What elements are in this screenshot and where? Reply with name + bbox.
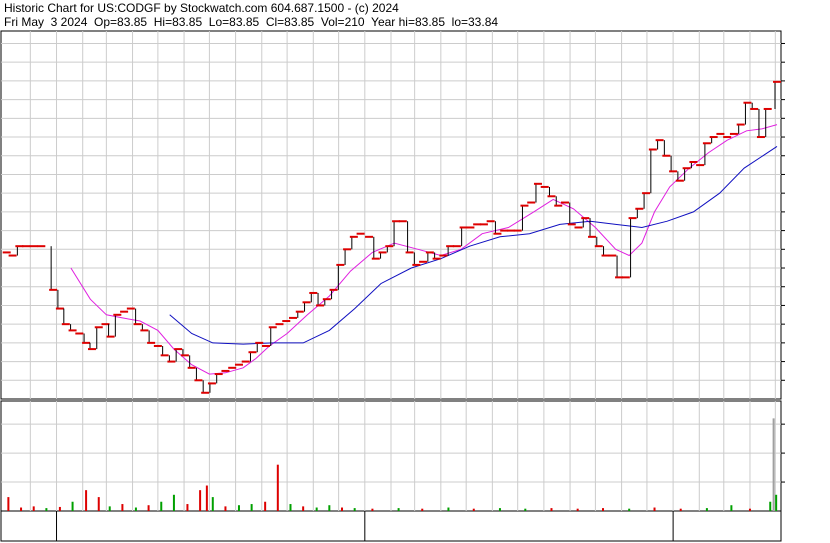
volume-bar — [121, 504, 124, 511]
volume-bar — [472, 508, 475, 511]
volume-bar — [524, 508, 527, 511]
volume-bar — [328, 505, 331, 511]
volume-bar — [160, 501, 163, 511]
volume-bar — [628, 508, 631, 511]
volume-bar — [147, 505, 150, 511]
volume-bar — [199, 490, 202, 511]
volume-bar — [371, 508, 374, 511]
volume-bar — [775, 494, 778, 511]
volume-bar — [447, 507, 450, 511]
volume-bar — [730, 505, 733, 511]
volume-bar — [602, 508, 605, 511]
volume-bar — [705, 508, 708, 511]
volume-bar — [550, 508, 553, 511]
volume-bar — [576, 508, 579, 511]
volume-bar — [237, 505, 240, 511]
volume-bar — [58, 506, 61, 511]
volume-bar — [97, 497, 100, 511]
volume-bar — [353, 508, 356, 511]
volume-bar — [748, 508, 751, 511]
volume-bar — [108, 506, 111, 511]
volume-bar — [32, 506, 35, 511]
volume-bar — [769, 501, 772, 511]
volume-bar — [315, 507, 318, 511]
x-axis-strip — [0, 510, 782, 542]
volume-bar — [85, 490, 88, 511]
volume-bar — [289, 504, 292, 511]
volume-bar — [211, 497, 214, 511]
volume-bar — [45, 508, 48, 511]
volume-bar — [71, 501, 74, 511]
volume-bar — [172, 494, 175, 511]
volume-bar — [276, 464, 279, 511]
volume-bar — [302, 506, 305, 511]
volume-bar — [397, 508, 400, 511]
volume-bar — [7, 497, 10, 511]
volume-bar — [679, 508, 682, 511]
volume-bar — [498, 508, 501, 511]
volume-bar — [264, 501, 267, 511]
volume-bar — [772, 418, 775, 511]
volume-bar — [20, 507, 23, 511]
volume-bar — [341, 507, 344, 511]
volume-bar — [653, 507, 656, 511]
volume-bar — [421, 508, 424, 511]
volume-bar — [186, 504, 189, 511]
stock-chart — [0, 30, 785, 542]
volume-bar — [205, 485, 208, 511]
volume-bar — [224, 506, 227, 511]
volume-bar — [250, 504, 253, 511]
volume-bar — [134, 507, 137, 511]
chart-root: Historic Chart for US:CODGF by Stockwatc… — [0, 0, 830, 543]
